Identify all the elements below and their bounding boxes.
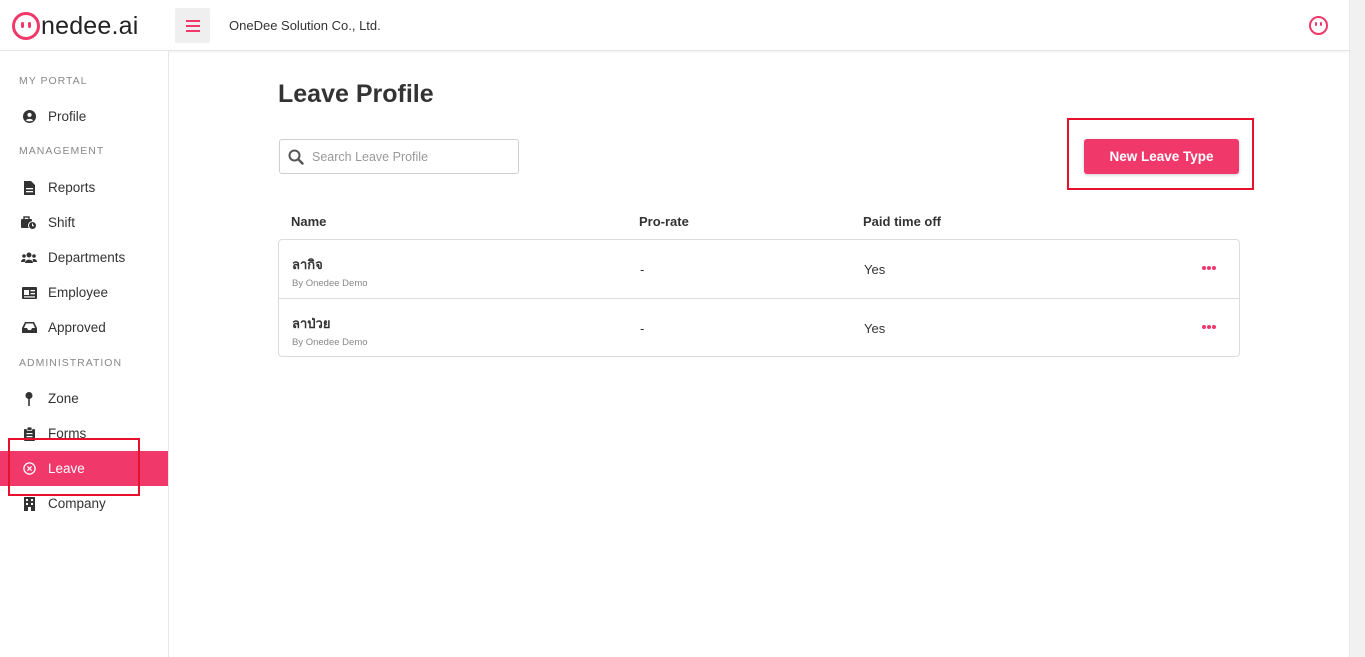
sidebar-item-zone[interactable]: Zone [0, 381, 168, 416]
paid-time-off-value: Yes [864, 262, 886, 277]
sidebar-item-leave[interactable]: Leave [0, 451, 168, 486]
shift-clock-icon [21, 215, 37, 231]
more-options-icon[interactable] [1199, 260, 1219, 276]
section-label-management: MANAGEMENT [19, 145, 105, 157]
sidebar-item-label: Forms [48, 426, 87, 441]
leave-profile-table: ลากิจ By Onedee Demo - Yes ลาป่วย By One… [278, 239, 1240, 357]
table-row[interactable]: ลากิจ By Onedee Demo - Yes [279, 240, 1239, 298]
sidebar: MY PORTAL Profile MANAGEMENT Reports Shi… [0, 51, 169, 657]
leave-name: ลาป่วย [292, 316, 331, 331]
pro-rate-value: - [640, 321, 645, 336]
sidebar-item-label: Zone [48, 391, 79, 406]
page-scrollbar[interactable] [1349, 0, 1365, 657]
building-icon [21, 496, 37, 512]
search-icon [288, 149, 304, 165]
sidebar-item-shift[interactable]: Shift [0, 205, 168, 240]
sidebar-item-departments[interactable]: Departments [0, 240, 168, 275]
leave-created-by: By Onedee Demo [292, 337, 368, 348]
pro-rate-value: - [640, 262, 645, 277]
page-title: Leave Profile [278, 80, 434, 108]
company-name: OneDee Solution Co., Ltd. [229, 18, 381, 33]
sidebar-item-approved[interactable]: Approved [0, 310, 168, 345]
sidebar-item-label: Departments [48, 250, 126, 265]
document-icon [21, 180, 37, 196]
sidebar-item-label: Company [48, 496, 106, 511]
user-circle-icon [21, 109, 37, 125]
sidebar-item-profile[interactable]: Profile [0, 99, 168, 134]
logo-text: nedee.ai [41, 11, 139, 40]
sidebar-item-label: Profile [48, 109, 87, 124]
sidebar-item-label: Approved [48, 320, 106, 335]
more-options-icon[interactable] [1199, 319, 1219, 335]
id-card-icon [21, 285, 37, 301]
leave-name-cell: ลากิจ By Onedee Demo [292, 254, 368, 289]
search-input[interactable] [312, 149, 512, 164]
column-header-paid-time-off[interactable]: Paid time off [863, 214, 941, 229]
sidebar-item-label: Reports [48, 180, 96, 195]
table-row[interactable]: ลาป่วย By Onedee Demo - Yes [279, 298, 1239, 356]
column-header-pro-rate[interactable]: Pro-rate [639, 214, 689, 229]
section-label-my-portal: MY PORTAL [19, 75, 88, 87]
sidebar-item-label: Employee [48, 285, 109, 300]
column-header-name[interactable]: Name [291, 214, 326, 229]
sidebar-item-label: Shift [48, 215, 76, 230]
sidebar-item-company[interactable]: Company [0, 486, 168, 521]
search-box[interactable] [279, 139, 519, 174]
sidebar-item-label: Leave [48, 461, 85, 476]
top-bar: nedee.ai OneDee Solution Co., Ltd. [0, 0, 1349, 51]
logo[interactable]: nedee.ai [12, 10, 139, 42]
paid-time-off-value: Yes [864, 321, 886, 336]
sidebar-item-forms[interactable]: Forms [0, 416, 168, 451]
clipboard-icon [21, 426, 37, 442]
section-label-administration: ADMINISTRATION [19, 357, 123, 369]
new-leave-type-button[interactable]: New Leave Type [1084, 139, 1239, 174]
user-avatar-icon[interactable] [1309, 16, 1328, 35]
hamburger-icon [185, 19, 200, 32]
hamburger-menu-button[interactable] [175, 8, 210, 43]
sidebar-item-reports[interactable]: Reports [0, 170, 168, 205]
sidebar-item-employee[interactable]: Employee [0, 275, 168, 310]
leave-created-by: By Onedee Demo [292, 278, 368, 289]
inbox-icon [21, 320, 37, 336]
leave-name: ลากิจ [292, 257, 323, 272]
circle-x-icon [21, 461, 37, 477]
leave-name-cell: ลาป่วย By Onedee Demo [292, 313, 368, 348]
logo-face-icon [12, 12, 40, 40]
users-icon [21, 250, 37, 266]
map-pin-icon [21, 391, 37, 407]
